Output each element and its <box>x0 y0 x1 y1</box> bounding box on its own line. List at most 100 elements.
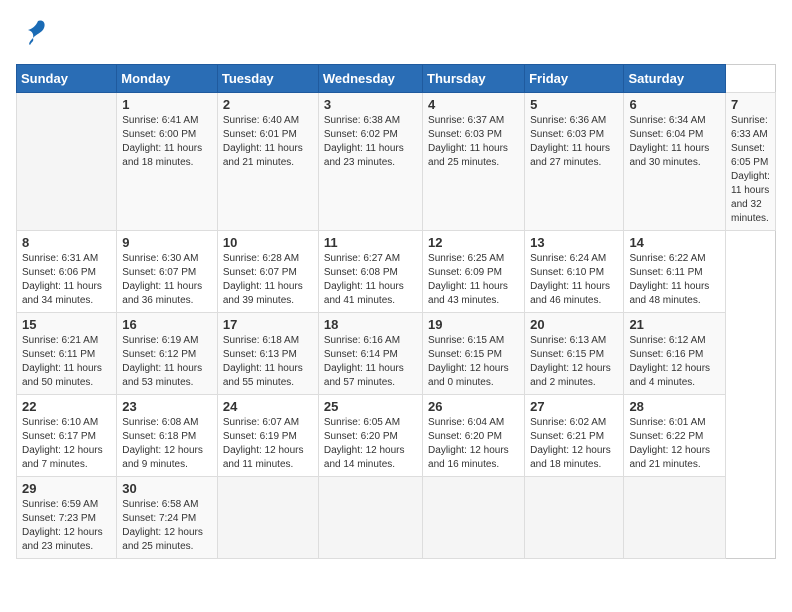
day-info: Sunrise: 6:25 AMSunset: 6:09 PMDaylight:… <box>428 253 508 306</box>
column-header-monday: Monday <box>117 65 218 93</box>
calendar-cell: 9 Sunrise: 6:30 AMSunset: 6:07 PMDayligh… <box>117 231 218 313</box>
calendar-cell: 1 Sunrise: 6:41 AMSunset: 6:00 PMDayligh… <box>117 93 218 231</box>
calendar-week-3: 15 Sunrise: 6:21 AMSunset: 6:11 PMDaylig… <box>17 313 776 395</box>
calendar-cell: 29 Sunrise: 6:59 AMSunset: 7:23 PMDaylig… <box>17 477 117 559</box>
day-info: Sunrise: 6:05 AMSunset: 6:20 PMDaylight:… <box>324 417 405 470</box>
calendar-cell <box>624 477 726 559</box>
day-number: 22 <box>22 399 111 414</box>
day-number: 27 <box>530 399 618 414</box>
day-info: Sunrise: 6:34 AMSunset: 6:04 PMDaylight:… <box>629 115 709 168</box>
day-number: 23 <box>122 399 212 414</box>
calendar-cell: 27 Sunrise: 6:02 AMSunset: 6:21 PMDaylig… <box>525 395 624 477</box>
calendar-cell: 7 Sunrise: 6:33 AMSunset: 6:05 PMDayligh… <box>726 93 776 231</box>
calendar-cell: 2 Sunrise: 6:40 AMSunset: 6:01 PMDayligh… <box>217 93 318 231</box>
day-info: Sunrise: 6:58 AMSunset: 7:24 PMDaylight:… <box>122 499 203 552</box>
day-number: 13 <box>530 235 618 250</box>
day-number: 25 <box>324 399 417 414</box>
day-info: Sunrise: 6:10 AMSunset: 6:17 PMDaylight:… <box>22 417 103 470</box>
day-number: 30 <box>122 481 212 496</box>
day-number: 18 <box>324 317 417 332</box>
calendar-cell: 25 Sunrise: 6:05 AMSunset: 6:20 PMDaylig… <box>318 395 422 477</box>
calendar-cell: 17 Sunrise: 6:18 AMSunset: 6:13 PMDaylig… <box>217 313 318 395</box>
day-info: Sunrise: 6:22 AMSunset: 6:11 PMDaylight:… <box>629 253 709 306</box>
day-number: 4 <box>428 97 519 112</box>
calendar-cell: 23 Sunrise: 6:08 AMSunset: 6:18 PMDaylig… <box>117 395 218 477</box>
logo-bird-icon <box>18 16 48 52</box>
day-info: Sunrise: 6:13 AMSunset: 6:15 PMDaylight:… <box>530 335 611 388</box>
calendar-cell: 12 Sunrise: 6:25 AMSunset: 6:09 PMDaylig… <box>423 231 525 313</box>
calendar-cell: 15 Sunrise: 6:21 AMSunset: 6:11 PMDaylig… <box>17 313 117 395</box>
day-number: 8 <box>22 235 111 250</box>
day-number: 24 <box>223 399 313 414</box>
column-header-saturday: Saturday <box>624 65 726 93</box>
day-number: 28 <box>629 399 720 414</box>
calendar-cell: 18 Sunrise: 6:16 AMSunset: 6:14 PMDaylig… <box>318 313 422 395</box>
day-info: Sunrise: 6:33 AMSunset: 6:05 PMDaylight:… <box>731 115 770 224</box>
day-number: 1 <box>122 97 212 112</box>
day-number: 2 <box>223 97 313 112</box>
day-number: 9 <box>122 235 212 250</box>
day-info: Sunrise: 6:16 AMSunset: 6:14 PMDaylight:… <box>324 335 404 388</box>
calendar-cell <box>217 477 318 559</box>
day-info: Sunrise: 6:24 AMSunset: 6:10 PMDaylight:… <box>530 253 610 306</box>
day-info: Sunrise: 6:19 AMSunset: 6:12 PMDaylight:… <box>122 335 202 388</box>
day-info: Sunrise: 6:27 AMSunset: 6:08 PMDaylight:… <box>324 253 404 306</box>
page-header <box>16 16 776 52</box>
day-info: Sunrise: 6:36 AMSunset: 6:03 PMDaylight:… <box>530 115 610 168</box>
day-info: Sunrise: 6:12 AMSunset: 6:16 PMDaylight:… <box>629 335 710 388</box>
column-header-tuesday: Tuesday <box>217 65 318 93</box>
calendar-week-2: 8 Sunrise: 6:31 AMSunset: 6:06 PMDayligh… <box>17 231 776 313</box>
day-info: Sunrise: 6:38 AMSunset: 6:02 PMDaylight:… <box>324 115 404 168</box>
day-number: 16 <box>122 317 212 332</box>
day-info: Sunrise: 6:37 AMSunset: 6:03 PMDaylight:… <box>428 115 508 168</box>
day-info: Sunrise: 6:40 AMSunset: 6:01 PMDaylight:… <box>223 115 303 168</box>
calendar-cell: 16 Sunrise: 6:19 AMSunset: 6:12 PMDaylig… <box>117 313 218 395</box>
day-number: 17 <box>223 317 313 332</box>
day-number: 21 <box>629 317 720 332</box>
day-info: Sunrise: 6:02 AMSunset: 6:21 PMDaylight:… <box>530 417 611 470</box>
calendar-table: SundayMondayTuesdayWednesdayThursdayFrid… <box>16 64 776 559</box>
calendar-cell: 5 Sunrise: 6:36 AMSunset: 6:03 PMDayligh… <box>525 93 624 231</box>
day-number: 5 <box>530 97 618 112</box>
day-info: Sunrise: 6:31 AMSunset: 6:06 PMDaylight:… <box>22 253 102 306</box>
day-number: 6 <box>629 97 720 112</box>
calendar-cell <box>423 477 525 559</box>
day-info: Sunrise: 6:08 AMSunset: 6:18 PMDaylight:… <box>122 417 203 470</box>
calendar-cell: 14 Sunrise: 6:22 AMSunset: 6:11 PMDaylig… <box>624 231 726 313</box>
day-number: 11 <box>324 235 417 250</box>
day-info: Sunrise: 6:28 AMSunset: 6:07 PMDaylight:… <box>223 253 303 306</box>
calendar-cell <box>17 93 117 231</box>
logo <box>16 16 48 52</box>
calendar-cell: 24 Sunrise: 6:07 AMSunset: 6:19 PMDaylig… <box>217 395 318 477</box>
calendar-cell: 20 Sunrise: 6:13 AMSunset: 6:15 PMDaylig… <box>525 313 624 395</box>
calendar-header-row: SundayMondayTuesdayWednesdayThursdayFrid… <box>17 65 776 93</box>
calendar-week-4: 22 Sunrise: 6:10 AMSunset: 6:17 PMDaylig… <box>17 395 776 477</box>
calendar-cell: 10 Sunrise: 6:28 AMSunset: 6:07 PMDaylig… <box>217 231 318 313</box>
day-info: Sunrise: 6:04 AMSunset: 6:20 PMDaylight:… <box>428 417 509 470</box>
calendar-week-1: 1 Sunrise: 6:41 AMSunset: 6:00 PMDayligh… <box>17 93 776 231</box>
calendar-week-5: 29 Sunrise: 6:59 AMSunset: 7:23 PMDaylig… <box>17 477 776 559</box>
day-info: Sunrise: 6:59 AMSunset: 7:23 PMDaylight:… <box>22 499 103 552</box>
calendar-cell: 28 Sunrise: 6:01 AMSunset: 6:22 PMDaylig… <box>624 395 726 477</box>
calendar-cell <box>525 477 624 559</box>
day-number: 7 <box>731 97 770 112</box>
day-number: 19 <box>428 317 519 332</box>
day-number: 20 <box>530 317 618 332</box>
column-header-friday: Friday <box>525 65 624 93</box>
day-info: Sunrise: 6:18 AMSunset: 6:13 PMDaylight:… <box>223 335 303 388</box>
day-number: 15 <box>22 317 111 332</box>
column-header-sunday: Sunday <box>17 65 117 93</box>
calendar-cell <box>318 477 422 559</box>
calendar-cell: 13 Sunrise: 6:24 AMSunset: 6:10 PMDaylig… <box>525 231 624 313</box>
day-info: Sunrise: 6:15 AMSunset: 6:15 PMDaylight:… <box>428 335 509 388</box>
day-number: 12 <box>428 235 519 250</box>
day-info: Sunrise: 6:07 AMSunset: 6:19 PMDaylight:… <box>223 417 304 470</box>
day-number: 29 <box>22 481 111 496</box>
calendar-cell: 11 Sunrise: 6:27 AMSunset: 6:08 PMDaylig… <box>318 231 422 313</box>
calendar-cell: 26 Sunrise: 6:04 AMSunset: 6:20 PMDaylig… <box>423 395 525 477</box>
day-number: 14 <box>629 235 720 250</box>
calendar-cell: 30 Sunrise: 6:58 AMSunset: 7:24 PMDaylig… <box>117 477 218 559</box>
day-info: Sunrise: 6:30 AMSunset: 6:07 PMDaylight:… <box>122 253 202 306</box>
column-header-wednesday: Wednesday <box>318 65 422 93</box>
calendar-cell: 4 Sunrise: 6:37 AMSunset: 6:03 PMDayligh… <box>423 93 525 231</box>
